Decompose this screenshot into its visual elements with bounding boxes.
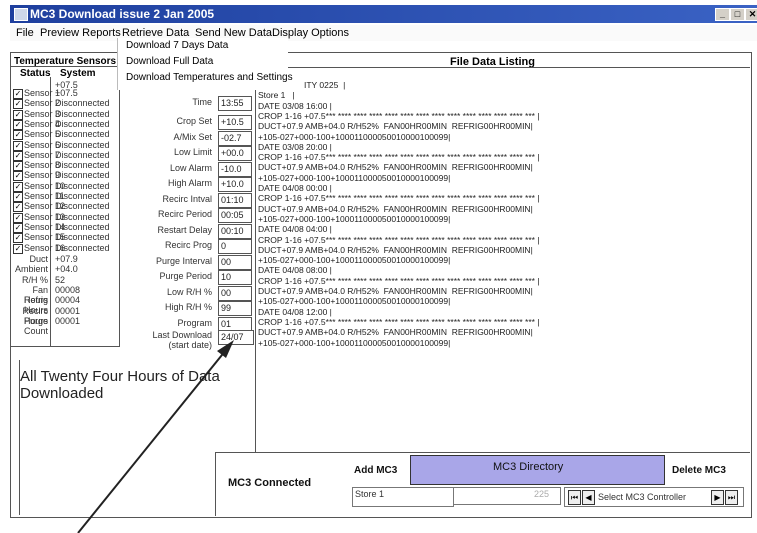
- annotation-arrow: [77, 340, 234, 533]
